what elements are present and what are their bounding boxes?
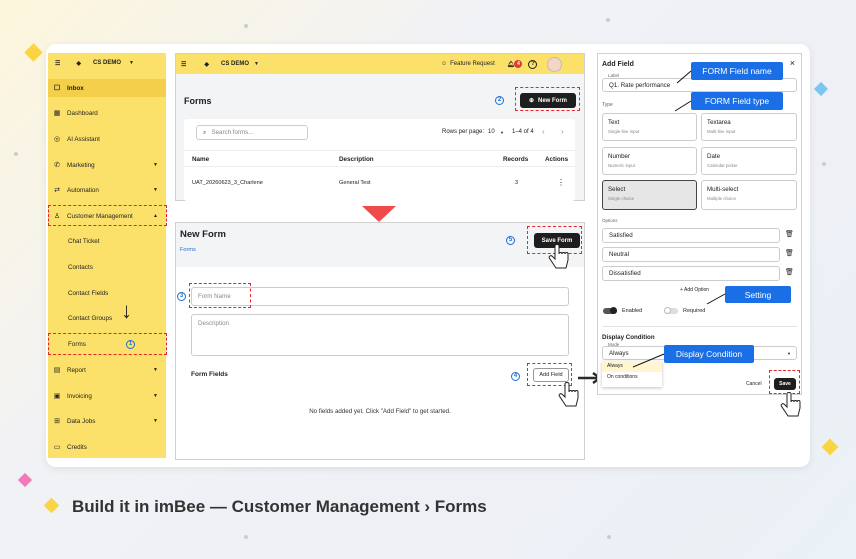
sidebar-header: ☰ ◆ CS DEMO ▼ (48, 53, 166, 73)
search-icon: ⌕ (203, 128, 207, 136)
new-form-header (176, 223, 584, 267)
next-page-icon[interactable]: › (561, 127, 564, 136)
help-icon[interactable]: ? (528, 59, 538, 69)
automation-icon: ⇄ (54, 187, 60, 194)
yellow-diamond-icon (43, 497, 60, 514)
blue-diamond-decoration (813, 81, 829, 97)
empty-state-text: No fields added yet. Click "Add Field" t… (309, 408, 451, 415)
forms-table: ⌕ Search forms... Rows per page: 10 ▼ 1–4… (184, 119, 575, 201)
ai-icon: ◎ (53, 136, 61, 143)
sidebar-item-credits[interactable]: ▭ Credits (48, 438, 166, 456)
workspace-name[interactable]: CS DEMO (93, 60, 121, 66)
sidebar-item-marketing[interactable]: ✆ Marketing ▼ (48, 156, 166, 174)
sidebar-item-dashboard[interactable]: ▦ Dashboard (48, 104, 166, 122)
callout-arrows (632, 70, 726, 368)
dashboard-icon: ▦ (53, 110, 61, 117)
rows-per-page-select[interactable]: 10 (488, 129, 495, 135)
highlight-form-name (189, 283, 251, 308)
step-badge-2: 2 (495, 96, 504, 105)
step-badge-3: 3 (177, 292, 186, 301)
sidebar-item-invoicing[interactable]: ▣ Invoicing ▼ (48, 387, 166, 405)
dot-decoration (607, 535, 611, 539)
page-title: New Form (180, 229, 226, 240)
hand-pointer-icon (558, 382, 579, 407)
inbox-icon: ☐ (53, 85, 61, 92)
table-row[interactable]: UAT_20260623_3_Charlene General Test 3 ⋮ (184, 176, 575, 192)
chevron-down-icon: ▼ (153, 162, 158, 168)
sidebar-item-automation[interactable]: ⇄ Automation ▼ (48, 181, 166, 199)
new-form-panel: New Form Forms 5 Save Form Form Name 3 D… (175, 222, 585, 460)
highlight-forms (48, 333, 167, 355)
chevron-down-icon: ▼ (153, 187, 158, 193)
yellow-diamond-decoration (24, 43, 43, 62)
pagination-range: 1–4 of 4 (512, 129, 534, 135)
yellow-diamond-decoration (821, 438, 839, 456)
sidebar-subitem-contact-fields[interactable]: Contact Fields (68, 290, 108, 297)
sidebar-item-data-jobs[interactable]: ⊞ Data Jobs ▼ (48, 412, 166, 430)
sidebar-subitem-contacts[interactable]: Contacts (68, 264, 93, 271)
card-icon: ▭ (53, 444, 61, 451)
breadcrumb[interactable]: Forms (180, 247, 196, 253)
sidebar-item-ai-assistant[interactable]: ◎ AI Assistant (48, 130, 166, 148)
highlight-new-form (515, 87, 580, 111)
step-badge-4: 4 (511, 372, 520, 381)
chevron-down-icon[interactable]: ▼ (500, 130, 504, 135)
database-icon: ⊞ (54, 418, 60, 425)
dot-decoration (606, 18, 610, 22)
prev-page-icon[interactable]: ‹ (542, 127, 545, 136)
notification-badge: 4 (514, 60, 523, 68)
sidebar-subitem-contact-groups[interactable]: Contact Groups (68, 315, 112, 322)
logo-icon: ◆ (76, 60, 82, 67)
bell-icon[interactable]: 🔔︎ (507, 61, 515, 68)
chevron-down-icon: ▼ (153, 393, 158, 399)
sidebar-item-report[interactable]: ▤ Report ▼ (48, 361, 166, 379)
chevron-down-icon: ▼ (153, 367, 158, 373)
hand-pointer-icon (548, 244, 569, 269)
step-badge-1: 1 (126, 340, 135, 349)
menu-icon[interactable]: ☰ (181, 61, 186, 68)
page-title: Forms (184, 96, 212, 106)
hand-pointer-icon (780, 392, 801, 417)
feature-request-link[interactable]: Feature Request (450, 61, 495, 67)
caption: Build it in imBee — Customer Management … (72, 497, 487, 516)
chevron-down-icon[interactable]: ▼ (254, 61, 259, 67)
rows-per-page-label: Rows per page: (442, 129, 485, 135)
dot-decoration (244, 24, 248, 28)
arrow-down-icon: ↓ (121, 298, 132, 323)
forms-list-panel: ☰ ◆ CS DEMO ▼ ☺ Feature Request 🔔︎ 4 ? F… (175, 53, 585, 201)
menu-icon[interactable]: ☰ (55, 60, 60, 67)
more-actions-icon[interactable]: ⋮ (557, 178, 565, 187)
dot-decoration (244, 535, 248, 539)
chevron-down-icon[interactable]: ▼ (129, 60, 134, 66)
dot-decoration (14, 152, 18, 156)
invoice-icon: ▣ (53, 393, 61, 400)
description-input[interactable]: Description (191, 314, 569, 356)
workspace-name[interactable]: CS DEMO (221, 61, 249, 67)
logo-icon: ◆ (204, 61, 210, 68)
step-badge-5: 5 (506, 236, 515, 245)
report-icon: ▤ (53, 367, 61, 374)
search-input[interactable]: ⌕ Search forms... (196, 125, 308, 140)
top-bar: ☰ ◆ CS DEMO ▼ ☺ Feature Request 🔔︎ 4 ? (176, 54, 584, 74)
sidebar-item-inbox[interactable]: ☐ Inbox (48, 79, 166, 97)
sidebar: ☰ ◆ CS DEMO ▼ ☐ Inbox ▦ Dashboard ◎ AI Assi… (48, 53, 166, 458)
pink-diamond-decoration (17, 472, 33, 488)
highlight-customer-management (48, 205, 167, 226)
sidebar-subitem-chat-ticket[interactable]: Chat Ticket (68, 238, 100, 245)
avatar[interactable] (547, 56, 563, 72)
table-header: Name Description Records Actions (184, 150, 575, 167)
chevron-down-icon: ▼ (153, 418, 158, 424)
feature-request-icon: ☺ (440, 61, 448, 67)
dot-decoration (822, 162, 826, 166)
megaphone-icon: ✆ (54, 162, 60, 169)
form-fields-title: Form Fields (191, 371, 228, 378)
arrow-down-icon (362, 206, 396, 222)
